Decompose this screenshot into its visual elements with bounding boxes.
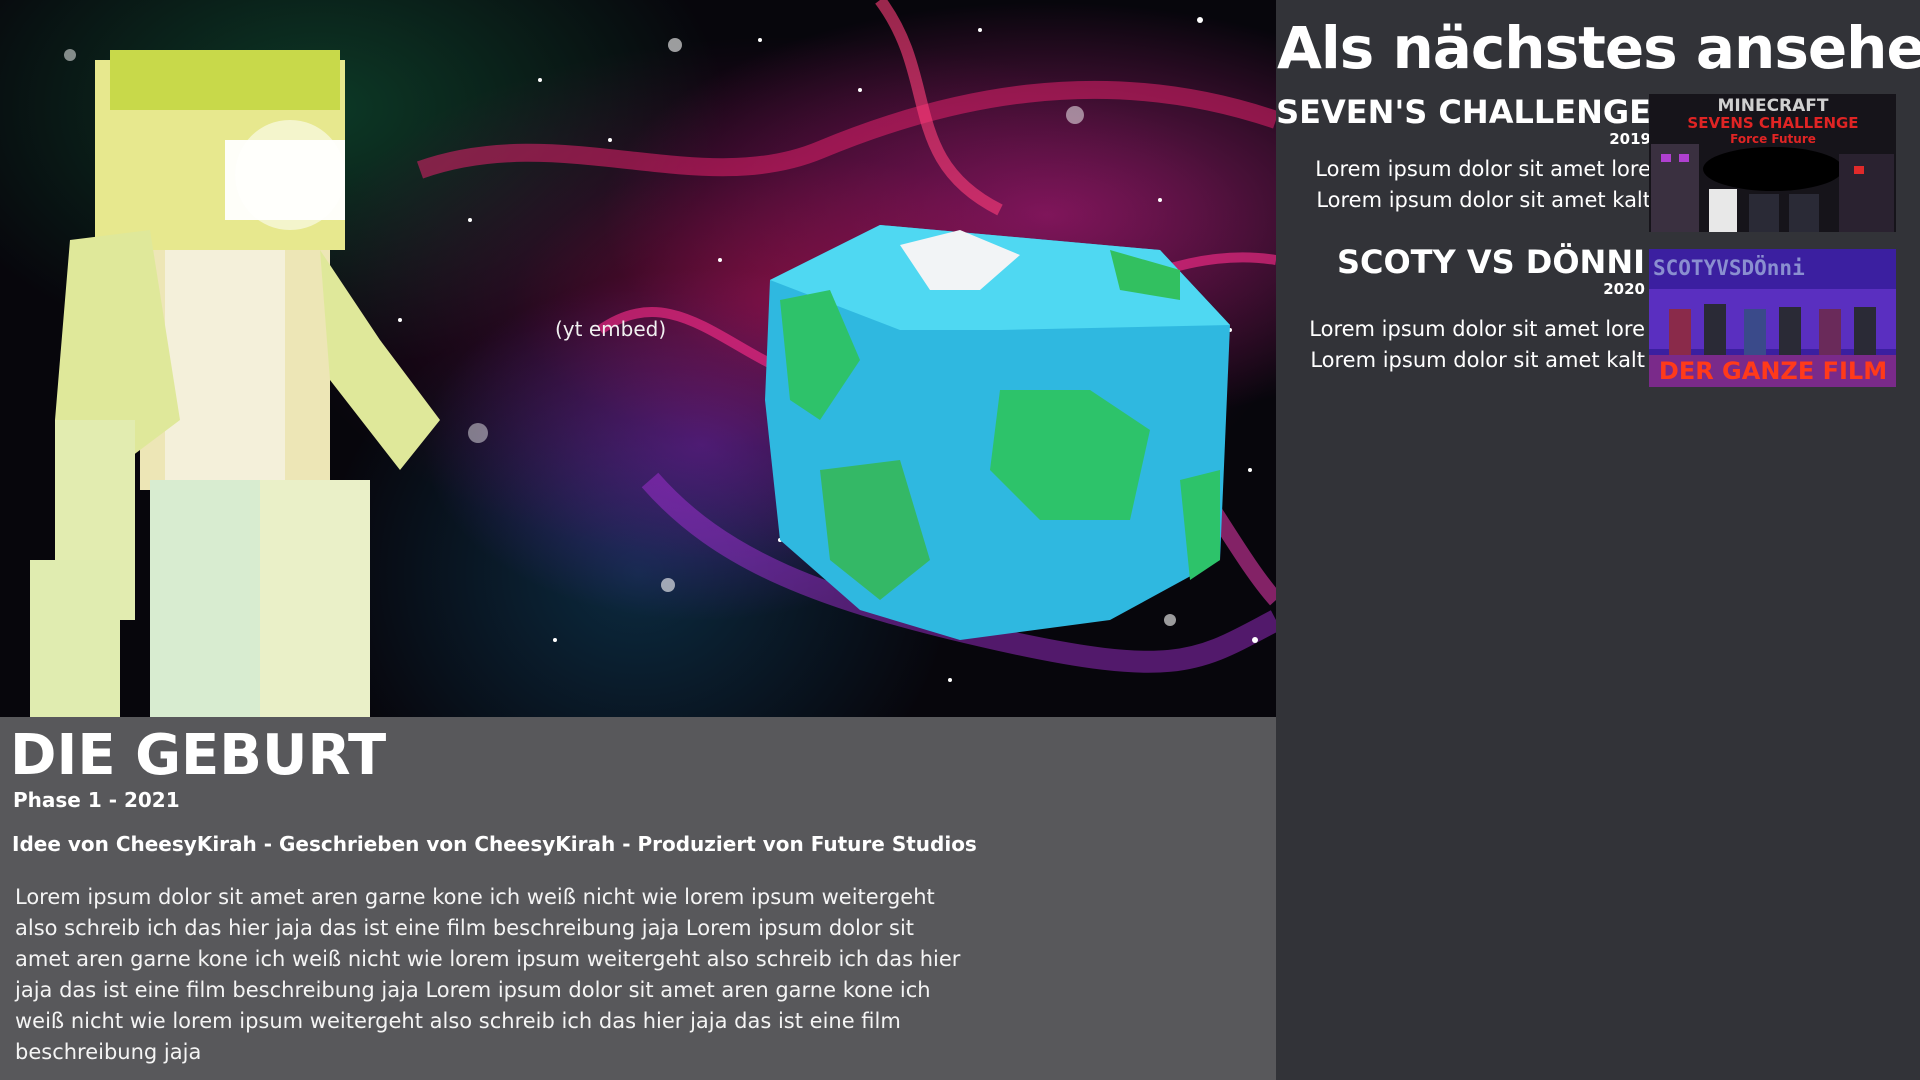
up-next-item-desc-line: Lorem ipsum dolor sit amet lore [1315, 157, 1651, 181]
thumbnail-text: DER GANZE FILM [1659, 357, 1887, 385]
movie-description: Lorem ipsum dolor sit amet aren garne ko… [15, 885, 961, 1064]
up-next-item-title[interactable]: SCOTY VS DÖNNI [1309, 244, 1645, 280]
thumbnail-text: Force Future [1730, 132, 1816, 146]
up-next-item-year: 2020 [1603, 280, 1645, 298]
thumbnail-text: SEVENS CHALLENGE [1687, 114, 1858, 132]
movie-credits: Idee von CheesyKirah - Geschrieben von C… [12, 832, 977, 856]
thumbnail-text: MINECRAFT [1717, 96, 1828, 116]
up-next-item[interactable]: SEVEN'S CHALLENGE 2019 Lorem ipsum dolor… [1276, 94, 1920, 234]
up-next-item-year: 2019 [1609, 130, 1651, 148]
movie-key-art [30, 0, 1276, 717]
up-next-item-description: Lorem ipsum dolor sit amet lore Lorem ip… [1309, 314, 1645, 376]
movie-page: (yt embed) DIE GEBURT Phase 1 - 2021 Ide… [0, 0, 1920, 1080]
up-next-item-thumbnail[interactable]: MINECRAFT SEVENS CHALLENGE Force Future [1649, 94, 1896, 232]
up-next-item-text: SCOTY VS DÖNNI 2020 Lorem ipsum dolor si… [1309, 244, 1645, 376]
up-next-item-thumbnail[interactable]: SCOTYVSDÖnni DER GANZE FILM [1649, 249, 1896, 387]
up-next-item[interactable]: SCOTY VS DÖNNI 2020 Lorem ipsum dolor si… [1276, 244, 1920, 387]
up-next-item-desc-line: Lorem ipsum dolor sit amet kalt [1316, 188, 1651, 212]
movie-title: DIE GEBURT [10, 723, 387, 788]
earth-cube [765, 225, 1230, 640]
up-next-item-text: SEVEN'S CHALLENGE 2019 Lorem ipsum dolor… [1276, 94, 1651, 216]
up-next-item-desc-line: Lorem ipsum dolor sit amet lore [1309, 317, 1645, 341]
embed-placeholder-label: (yt embed) [555, 317, 667, 341]
up-next-heading: Als nächstes ansehen [1277, 14, 1920, 82]
video-player[interactable]: (yt embed) [0, 0, 1276, 717]
thumbnail-text: SCOTYVSDÖnni [1653, 255, 1805, 280]
up-next-item-description: Lorem ipsum dolor sit amet lore Lorem ip… [1276, 154, 1651, 216]
up-next-item-desc-line: Lorem ipsum dolor sit amet kalt [1310, 348, 1645, 372]
up-next-item-title[interactable]: SEVEN'S CHALLENGE [1276, 94, 1651, 130]
character-figure [30, 50, 440, 717]
movie-phase-year: Phase 1 - 2021 [13, 788, 180, 812]
